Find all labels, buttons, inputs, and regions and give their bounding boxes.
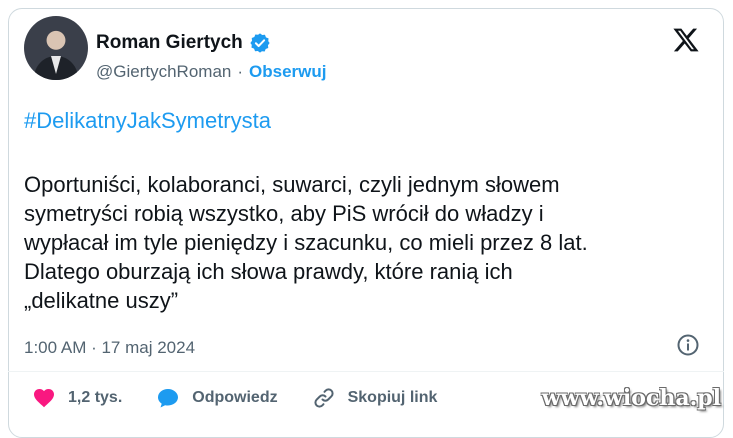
verified-badge-icon <box>249 32 271 54</box>
hashtag-link[interactable]: #DelikatnyJakSymetrysta <box>24 108 271 134</box>
tweet-timestamp[interactable]: 1:00 AM · 17 maj 2024 <box>24 338 195 358</box>
author-handle[interactable]: @GiertychRoman <box>96 62 231 82</box>
site-watermark: www.wiocha.pl <box>541 385 721 411</box>
copy-link-label: Skopiuj link <box>347 389 438 406</box>
reply-button[interactable]: Odpowiedz <box>156 386 278 410</box>
action-bar: 1,2 tys. Odpowiedz Skopiuj link <box>32 386 437 410</box>
avatar[interactable] <box>24 16 88 80</box>
copy-link-button[interactable]: Skopiuj link <box>312 386 438 410</box>
like-count: 1,2 tys. <box>68 389 123 406</box>
info-icon[interactable] <box>676 333 700 357</box>
like-button[interactable]: 1,2 tys. <box>32 386 122 410</box>
author-handle-row: @GiertychRoman · Obserwuj <box>96 62 327 82</box>
reply-label: Odpowiedz <box>192 389 278 406</box>
separator-dot: · <box>237 62 244 81</box>
author-name[interactable]: Roman Giertych <box>96 32 243 54</box>
author-name-row: Roman Giertych <box>96 32 271 54</box>
divider <box>8 371 724 372</box>
speech-bubble-icon <box>158 389 179 408</box>
x-logo-icon[interactable] <box>672 26 700 54</box>
heart-icon <box>34 389 54 408</box>
follow-button[interactable]: Obserwuj <box>249 62 326 82</box>
link-icon <box>314 388 334 408</box>
tweet-body: Oportuniści, kolaboranci, suwarci, czyli… <box>24 172 588 313</box>
